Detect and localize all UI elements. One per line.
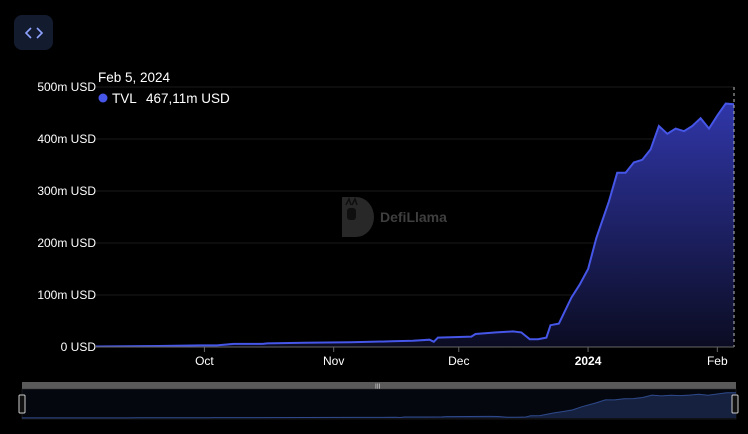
y-tick-label: 0 USD <box>61 340 97 354</box>
tooltip: Feb 5, 2024 TVL 467,11m USD <box>98 70 230 106</box>
brush-handle-left[interactable] <box>18 394 26 414</box>
x-tick-label: Nov <box>323 354 344 368</box>
brush-handle-right[interactable] <box>731 394 739 414</box>
tooltip-value: 467,11m USD <box>146 91 230 106</box>
y-tick-label: 100m USD <box>37 288 96 302</box>
x-tick-label: 2024 <box>575 354 602 368</box>
y-tick-label: 200m USD <box>37 236 96 250</box>
range-brush[interactable]: ||| <box>18 382 739 420</box>
tvl-area <box>96 103 734 347</box>
y-tick-label: 500m USD <box>37 80 96 94</box>
llama-logo-icon <box>342 197 374 237</box>
x-tick-label: Oct <box>195 354 214 368</box>
defillama-watermark: DefiLlama <box>342 197 447 237</box>
x-tick-label: Dec <box>448 354 469 368</box>
y-tick-label: 300m USD <box>37 184 96 198</box>
x-axis: Oct Nov Dec 2024 Feb <box>195 347 728 368</box>
tooltip-series-marker <box>98 93 108 103</box>
x-tick-label: Feb <box>707 354 728 368</box>
y-tick-label: 400m USD <box>37 132 96 146</box>
watermark-text: DefiLlama <box>380 209 447 225</box>
y-axis: 0 USD 100m USD 200m USD 300m USD 400m USD 500… <box>37 80 96 354</box>
tooltip-date: Feb 5, 2024 <box>98 70 171 85</box>
tooltip-series-label: TVL <box>112 91 137 106</box>
tvl-chart: 0 USD 100m USD 200m USD 300m USD 400m USD 500… <box>18 70 739 420</box>
